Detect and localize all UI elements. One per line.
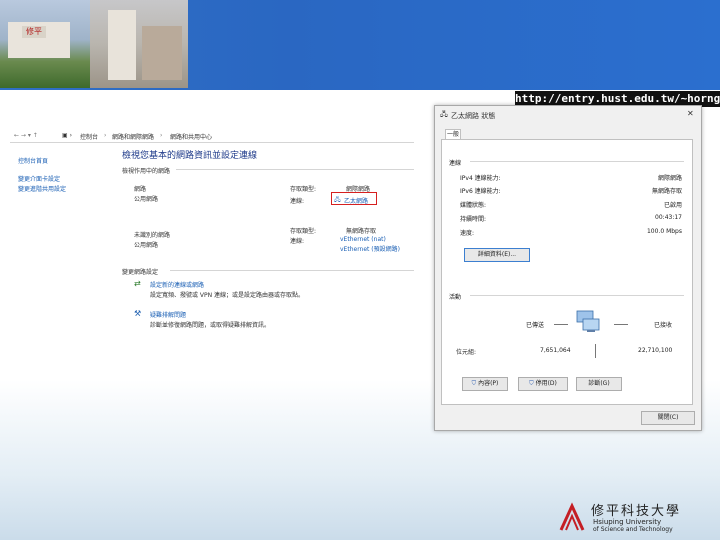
media-state-value: 已啟用 [663, 202, 682, 209]
back-arrow-icon[interactable]: ← → ▾ ↑ [14, 132, 38, 139]
university-name-en-1: Hsiuping University [593, 518, 662, 526]
left-nav-adapter[interactable]: 變更介面卡設定 [18, 174, 60, 183]
ipv6-label: IPv6 連線能力: [460, 188, 501, 195]
access-type-value-2: 無網路存取 [346, 228, 377, 235]
setup-connection-desc: 設定寬頻、撥號或 VPN 連線；或是設定路由器或存取點。 [150, 292, 305, 299]
connections-label-2: 連線: [290, 238, 305, 245]
new-connection-icon: ⇄ [134, 279, 141, 288]
duration-label: 持續時間: [460, 216, 487, 223]
unknown-network-type[interactable]: 公用網路 [134, 240, 158, 249]
sent-label: 已傳送 [526, 322, 545, 329]
speed-label: 速度: [460, 230, 475, 237]
network-name: 網路 [134, 186, 147, 193]
dialog-title: 乙太網路 狀態 [451, 112, 496, 120]
properties-button[interactable]: ⛉ 內容(P) [462, 377, 508, 391]
ethernet-status-dialog: 🖧 乙太網路 狀態 ✕ 一般 連線 IPv4 連線能力: 網際網路 IPv6 連… [434, 105, 702, 431]
unknown-network-name: 未識別的網路 [134, 232, 171, 239]
duration-value: 00:43:17 [655, 214, 682, 221]
network-type[interactable]: 公用網路 [134, 194, 158, 203]
close-button[interactable]: 關閉(C) [641, 411, 695, 425]
page-title: 檢視您基本的網路資訊並設定連線 [122, 151, 258, 161]
control-panel-icon: ▣ › [62, 132, 72, 139]
campus-gate-photo: 修平 [0, 0, 90, 88]
received-label: 已接收 [654, 322, 673, 329]
setup-connection-link[interactable]: 設定新的連線或網路 [150, 280, 204, 289]
ethernet-link[interactable]: 乙太網路 [344, 196, 368, 205]
university-name-en-2: of Science and Technology [593, 526, 673, 533]
diagnose-button[interactable]: 診斷(G) [576, 377, 622, 391]
access-type-label: 存取類型: [290, 186, 317, 193]
bytes-received-value: 22,710,100 [638, 347, 673, 354]
ipv4-label: IPv4 連線能力: [460, 175, 501, 182]
bytes-sent-value: 7,651,064 [540, 347, 571, 354]
breadcrumb-network-internet[interactable]: 網路和網際網路 [112, 132, 154, 141]
network-activity-icon [576, 310, 600, 332]
university-logo: 修平科技大學 Hsiuping University of Science an… [557, 500, 692, 534]
vethernet-nat-link[interactable]: vEthernet (nat) [340, 236, 386, 243]
disable-button[interactable]: ⛉ 停用(D) [518, 377, 568, 391]
vethernet-default-link[interactable]: vEthernet (預設網路) [340, 244, 400, 253]
university-name: 修平科技大學 [591, 504, 682, 519]
close-icon[interactable]: ✕ [687, 109, 694, 118]
troubleshoot-desc: 診斷並修復網路問題，或取得疑難排解資訊。 [150, 322, 271, 329]
troubleshoot-link[interactable]: 疑難排解問題 [150, 310, 186, 319]
media-state-label: 媒體狀態: [460, 202, 487, 209]
network-sharing-center: ← → ▾ ↑ ▣ › 控制台 › 網路和網際網路 › 網路和共用中心 控制台首… [10, 126, 420, 336]
access-type-label-2: 存取類型: [290, 228, 317, 235]
ethernet-icon: 🖧 [334, 196, 341, 203]
bytes-label: 位元組: [456, 349, 477, 356]
left-nav-advanced[interactable]: 變更進階共用設定 [18, 184, 66, 193]
disable-button-label: 停用(D) [535, 380, 557, 387]
gate-sign: 修平 [22, 26, 46, 38]
breadcrumb-control-panel[interactable]: 控制台 [80, 132, 98, 141]
dialog-body: 連線 IPv4 連線能力: 網際網路 IPv6 連線能力: 無網路存取 媒體狀態… [441, 139, 693, 405]
university-emblem-icon [559, 502, 585, 531]
ipv4-value: 網際網路 [657, 175, 682, 182]
details-button[interactable]: 詳細資料(E)... [464, 248, 530, 262]
activity-section-label: 活動 [449, 294, 462, 301]
troubleshoot-icon: ⚒ [134, 309, 142, 318]
shield-icon: ⛉ [471, 380, 477, 387]
shield-icon: ⛉ [529, 380, 534, 387]
properties-button-label: 內容(P) [478, 380, 499, 387]
connections-label: 連線: [290, 198, 305, 205]
network-icon: 🖧 [440, 110, 448, 118]
ipv6-value: 無網路存取 [651, 188, 682, 195]
change-settings-label: 變更網路設定 [122, 269, 159, 276]
breadcrumb-sharing-center[interactable]: 網路和共用中心 [170, 132, 212, 141]
connection-section-label: 連線 [449, 160, 462, 167]
left-nav-home[interactable]: 控制台首頁 [18, 156, 48, 165]
speed-value: 100.0 Mbps [646, 228, 682, 235]
campus-tower-photo [90, 0, 188, 88]
active-networks-label: 檢視作用中的網路 [122, 168, 171, 175]
